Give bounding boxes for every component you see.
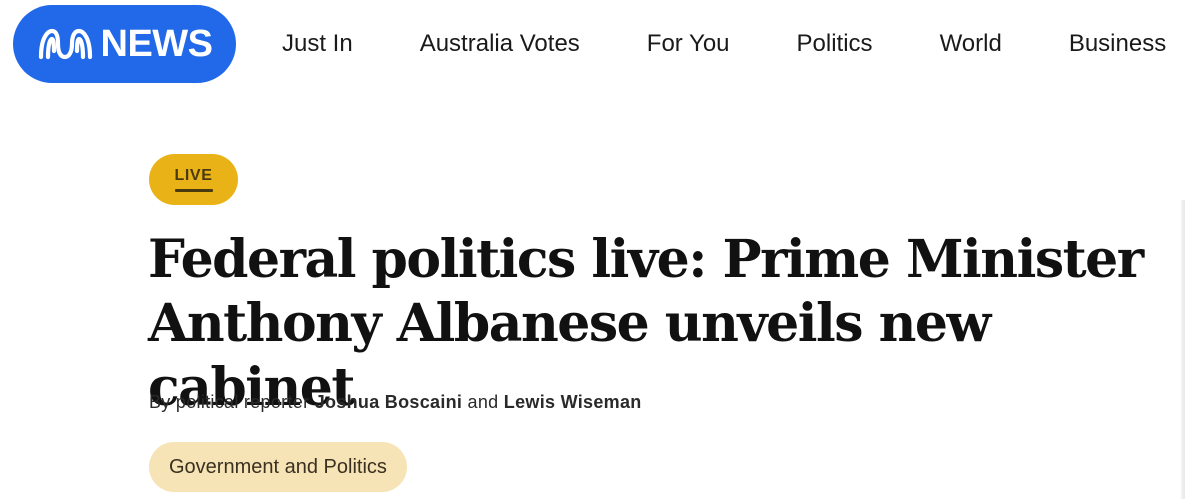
main-nav: Just In Australia Votes For You Politics… <box>282 0 1185 88</box>
author-link-joshua-boscaini[interactable]: Joshua Boscaini <box>315 392 463 412</box>
nav-item-world[interactable]: World <box>940 32 1002 56</box>
nav-item-for-you[interactable]: For You <box>647 32 730 56</box>
author-link-lewis-wiseman[interactable]: Lewis Wiseman <box>504 392 642 412</box>
topic-tag-government-politics[interactable]: Government and Politics <box>149 442 407 492</box>
nav-item-australia-votes[interactable]: Australia Votes <box>420 32 580 56</box>
nav-item-business[interactable]: Business <box>1069 32 1166 56</box>
top-navigation: NEWS Just In Australia Votes For You Pol… <box>0 0 1185 88</box>
nav-item-politics[interactable]: Politics <box>797 32 873 56</box>
abc-news-logo[interactable]: NEWS <box>13 5 236 83</box>
byline: By political reporter Joshua Boscaini an… <box>149 392 642 413</box>
nav-item-just-in[interactable]: Just In <box>282 32 353 56</box>
page: NEWS Just In Australia Votes For You Pol… <box>0 0 1185 499</box>
byline-prefix: By political reporter <box>149 392 310 412</box>
live-underline <box>174 188 213 192</box>
live-badge: LIVE <box>149 154 238 205</box>
logo-wordmark: NEWS <box>100 23 214 65</box>
abc-logo-icon <box>38 28 92 60</box>
byline-and: and <box>467 392 499 412</box>
sidebar-edge <box>1181 200 1185 499</box>
live-label: LIVE <box>174 166 213 184</box>
